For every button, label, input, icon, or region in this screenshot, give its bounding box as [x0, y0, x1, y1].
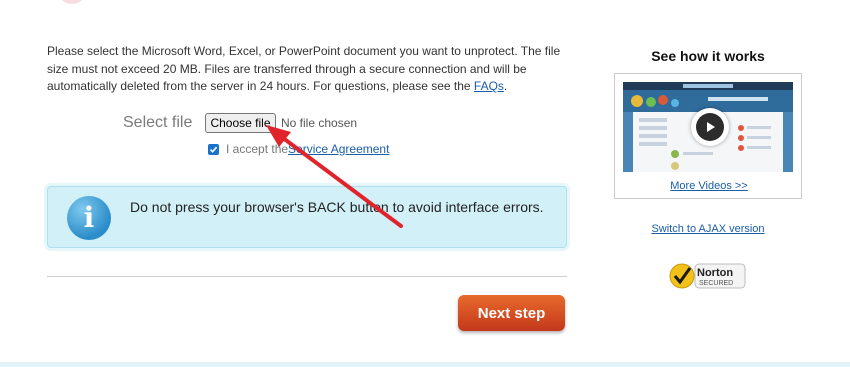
next-step-button[interactable]: Next step — [458, 295, 565, 331]
intro-text: Please select the Microsoft Word, Excel,… — [47, 43, 562, 96]
how-it-works-title: See how it works — [651, 48, 765, 64]
svg-text:SECURED: SECURED — [699, 280, 733, 287]
service-agreement-row: I accept the Service Agreement — [208, 142, 389, 156]
norton-secured-badge: Norton SECURED — [668, 261, 746, 291]
faq-link[interactable]: FAQs — [474, 79, 504, 93]
choose-file-button[interactable]: Choose file — [205, 113, 276, 133]
more-videos-link[interactable]: More Videos >> — [615, 180, 803, 192]
service-agreement-link[interactable]: Service Agreement — [288, 142, 389, 156]
top-logo-fragment — [57, 0, 87, 4]
info-icon: i — [67, 196, 111, 240]
norton-seal-icon: Norton SECURED — [669, 263, 746, 289]
checkmark-icon — [209, 146, 218, 153]
notice-box: i Do not press your browser's BACK butto… — [47, 186, 567, 248]
play-button[interactable] — [691, 108, 729, 146]
video-thumbnail[interactable] — [623, 82, 793, 172]
play-icon — [696, 113, 724, 141]
video-card: More Videos >> — [614, 73, 802, 199]
select-file-label: Select file — [123, 114, 193, 131]
svg-text:Norton: Norton — [697, 267, 733, 279]
divider — [47, 276, 567, 277]
intro-tail: . — [503, 79, 508, 93]
bottom-strip — [0, 362, 850, 367]
notice-text: Do not press your browser's BACK button … — [130, 199, 544, 215]
file-status-text: No file chosen — [281, 116, 358, 130]
agreement-checkbox[interactable] — [208, 143, 219, 155]
agreement-prefix: I accept the — [226, 142, 289, 156]
switch-ajax-link[interactable]: Switch to AJAX version — [614, 223, 802, 235]
